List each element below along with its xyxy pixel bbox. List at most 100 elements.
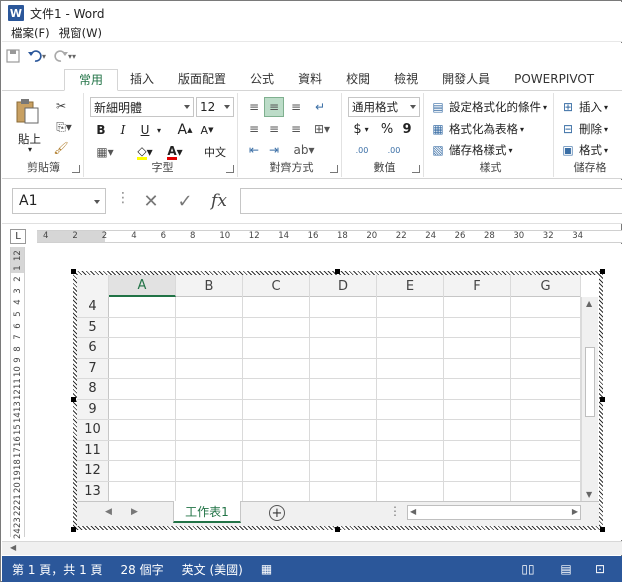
cell[interactable] — [109, 481, 176, 501]
scroll-right-icon[interactable]: ▶ — [572, 507, 578, 516]
cell[interactable] — [444, 358, 511, 378]
cell[interactable] — [243, 440, 310, 460]
cell[interactable] — [243, 399, 310, 419]
cell[interactable] — [109, 338, 176, 358]
horizontal-scrollbar[interactable]: ◀ ▶ — [407, 505, 581, 520]
cell[interactable] — [444, 440, 511, 460]
embedded-worksheet[interactable]: A B C D E F G 4 5 6 7 8 9 10 11 12 13 ▲ … — [71, 269, 605, 532]
tab-powerpivot[interactable]: POWERPIVOT — [502, 69, 606, 90]
bold-button[interactable]: B — [92, 121, 110, 139]
cell[interactable] — [377, 420, 444, 440]
cell[interactable] — [243, 420, 310, 440]
cell[interactable] — [444, 481, 511, 501]
format-painter-icon[interactable]: 🖌 — [52, 139, 70, 157]
enter-icon[interactable]: ✓ — [170, 188, 200, 214]
row-header[interactable]: 8 — [77, 379, 109, 399]
resize-handle[interactable] — [600, 397, 605, 402]
scroll-down-icon[interactable]: ▼ — [586, 490, 592, 499]
row-header[interactable]: 4 — [77, 297, 109, 317]
cell[interactable] — [109, 420, 176, 440]
insert-cells-button[interactable]: ⊞ 插入 ▾ — [560, 98, 608, 116]
prev-sheet-icon[interactable]: ◀ — [105, 507, 112, 517]
menu-window[interactable]: 視窗(W) — [59, 25, 102, 41]
cell[interactable] — [377, 379, 444, 399]
alignment-launcher-icon[interactable] — [330, 165, 338, 173]
underline-dropdown-icon[interactable]: ▾ — [154, 121, 164, 139]
cell[interactable] — [310, 461, 377, 481]
row-header[interactable]: 11 — [77, 440, 109, 460]
cell[interactable] — [511, 440, 581, 460]
format-as-table-button[interactable]: ▦ 格式化為表格 ▾ — [430, 120, 524, 138]
comma-button[interactable]: 9 — [398, 120, 416, 138]
merge-center-icon[interactable]: ⊞▾ — [308, 120, 336, 138]
cell[interactable] — [511, 379, 581, 399]
doc-scroll-left-icon[interactable]: ◀ — [10, 543, 16, 552]
formula-input[interactable] — [240, 188, 622, 214]
align-middle-icon[interactable]: ≡ — [264, 97, 284, 117]
cell[interactable] — [444, 297, 511, 317]
percent-button[interactable]: % — [378, 120, 396, 138]
next-sheet-icon[interactable]: ▶ — [131, 507, 138, 517]
cell[interactable] — [444, 338, 511, 358]
read-mode-icon[interactable]: ▯▯ — [520, 561, 536, 577]
select-all-corner[interactable] — [77, 275, 109, 297]
print-layout-icon[interactable]: ▤ — [558, 561, 574, 577]
cell[interactable] — [243, 461, 310, 481]
paste-dropdown-icon[interactable]: ▾ — [28, 145, 32, 154]
tab-review[interactable]: 校閱 — [334, 69, 382, 90]
row-header[interactable]: 5 — [77, 317, 109, 337]
column-header[interactable]: B — [176, 275, 243, 297]
vertical-ruler[interactable]: 12 1 2 3 4 5 6 7 8 9 10 11 12 13 14 15 16 17 18 19 20 21 22 23 2… — [10, 247, 25, 539]
cell[interactable] — [109, 399, 176, 419]
shrink-font-button[interactable]: A ▼ — [198, 121, 216, 139]
tab-formulas[interactable]: 公式 — [238, 69, 286, 90]
resize-handle[interactable] — [71, 397, 76, 402]
grow-font-button[interactable]: A ▲ — [176, 121, 194, 139]
customize-qat-icon[interactable]: ▾ — [72, 52, 76, 61]
cancel-icon[interactable]: ✕ — [136, 188, 166, 214]
language-indicator[interactable]: 英文 (美國) — [182, 561, 243, 578]
scroll-up-icon[interactable]: ▲ — [586, 299, 592, 308]
column-header[interactable]: F — [444, 275, 511, 297]
cell[interactable] — [377, 358, 444, 378]
cell[interactable] — [377, 338, 444, 358]
insert-function-button[interactable]: fx — [204, 188, 234, 214]
cell[interactable] — [176, 317, 243, 337]
column-header[interactable]: G — [511, 275, 581, 297]
cell[interactable] — [109, 297, 176, 317]
cell[interactable] — [243, 358, 310, 378]
orientation-icon[interactable]: ab▾ — [290, 141, 318, 159]
column-header[interactable]: E — [377, 275, 444, 297]
scroll-left-icon[interactable]: ◀ — [410, 507, 416, 516]
cell[interactable] — [377, 440, 444, 460]
align-top-icon[interactable]: ≡ — [244, 97, 264, 117]
cell[interactable] — [310, 338, 377, 358]
cell[interactable] — [176, 379, 243, 399]
column-header[interactable]: D — [310, 275, 377, 297]
cell[interactable] — [310, 440, 377, 460]
cell[interactable] — [109, 461, 176, 481]
document-horizontal-scrollbar[interactable]: ◀ — [2, 541, 622, 555]
cell[interactable] — [310, 379, 377, 399]
font-launcher-icon[interactable] — [226, 165, 234, 173]
web-layout-icon[interactable]: ⊡ — [592, 561, 608, 577]
align-right-icon[interactable]: ≡ — [286, 120, 306, 138]
tab-developer[interactable]: 開發人員 — [430, 69, 502, 90]
cell[interactable] — [310, 358, 377, 378]
cell[interactable] — [243, 297, 310, 317]
increase-indent-icon[interactable]: ⇥ — [264, 141, 284, 159]
vertical-scrollbar[interactable]: ▲ ▼ — [581, 297, 598, 501]
cell[interactable] — [243, 481, 310, 501]
currency-button[interactable]: $ ▾ — [348, 120, 374, 138]
cell[interactable] — [444, 420, 511, 440]
font-size-select[interactable]: 12 — [196, 97, 234, 117]
cut-icon[interactable]: ✂ — [52, 97, 70, 115]
cell[interactable] — [109, 358, 176, 378]
decrease-indent-icon[interactable]: ⇤ — [244, 141, 264, 159]
page-count[interactable]: 第 1 頁，共 1 頁 — [12, 561, 103, 578]
cell[interactable] — [176, 440, 243, 460]
menu-file[interactable]: 檔案(F) — [11, 25, 50, 41]
cell[interactable] — [109, 440, 176, 460]
cell[interactable] — [243, 338, 310, 358]
cell[interactable] — [176, 358, 243, 378]
